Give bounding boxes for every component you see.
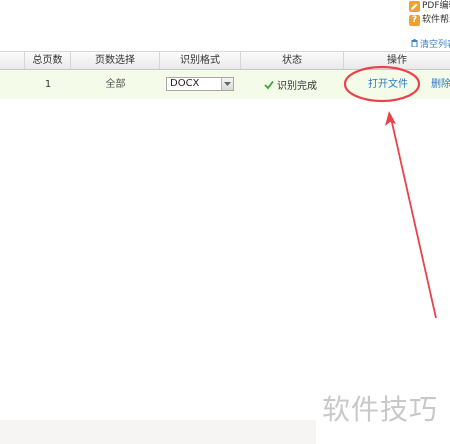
page-selection-cell[interactable]: 全部 xyxy=(71,70,160,99)
format-select-value: DOCX xyxy=(170,78,200,89)
column-header-status[interactable]: 状态 xyxy=(241,52,344,69)
software-help-menu-item[interactable]: ? 软件帮助 xyxy=(409,14,450,27)
table-header: 总页数 页数选择 识别格式 状态 操作 xyxy=(0,51,450,70)
edit-icon xyxy=(409,1,420,12)
column-header-leading xyxy=(0,52,25,69)
dropdown-arrow-icon[interactable] xyxy=(221,78,233,90)
clear-list-button[interactable]: 清空列表 xyxy=(411,37,450,50)
clear-list-label: 清空列表 xyxy=(420,39,450,50)
watermark-text: 软件技巧 xyxy=(322,393,439,426)
software-help-label: 软件帮助 xyxy=(422,15,450,25)
watermark: 软件技巧 xyxy=(316,378,450,444)
column-header-page-selection[interactable]: 页数选择 xyxy=(71,52,160,69)
total-pages-cell: 1 xyxy=(44,79,52,90)
bottom-shade xyxy=(0,420,316,444)
table-row[interactable]: 1 全部 DOCX 识别完成 打开文件 删除 xyxy=(0,70,450,99)
delete-link[interactable]: 删除 xyxy=(431,70,450,99)
trash-icon xyxy=(411,39,418,47)
list-toolbar: 清空列表 xyxy=(0,37,450,50)
column-header-total-pages[interactable]: 总页数 xyxy=(25,52,71,69)
help-icon: ? xyxy=(409,15,420,26)
top-right-menu: PDF编辑 ? 软件帮助 xyxy=(409,0,450,28)
pdf-edit-label: PDF编辑 xyxy=(422,1,450,11)
format-select[interactable]: DOCX xyxy=(166,77,234,91)
checkmark-icon xyxy=(264,80,274,89)
annotation-arrow-line xyxy=(390,117,437,319)
column-header-format[interactable]: 识别格式 xyxy=(160,52,241,69)
open-file-link[interactable]: 打开文件 xyxy=(368,70,408,99)
pdf-edit-menu-item[interactable]: PDF编辑 xyxy=(409,0,450,13)
status-cell: 识别完成 xyxy=(264,70,317,99)
status-label: 识别完成 xyxy=(277,81,317,92)
annotation-arrowhead xyxy=(385,111,396,126)
column-header-actions[interactable]: 操作 xyxy=(344,52,450,69)
